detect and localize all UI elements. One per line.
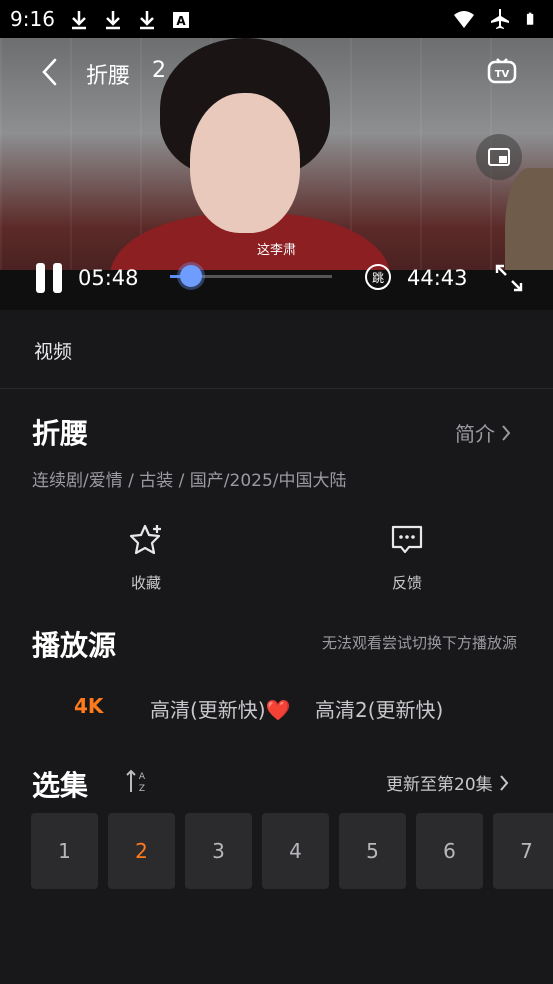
airplane-icon xyxy=(491,9,509,29)
player-episode: 2 xyxy=(152,58,166,83)
pip-icon xyxy=(488,148,510,166)
source-section-title: 播放源 xyxy=(32,629,117,662)
source-label: 高清2(更新快) xyxy=(315,698,444,722)
episode-item[interactable]: 1 xyxy=(31,813,98,889)
tab-bar: 视频 xyxy=(0,310,553,389)
intro-link[interactable]: 简介 xyxy=(455,418,511,447)
video-subtitle: 这李肃 xyxy=(256,243,296,258)
pause-icon xyxy=(36,263,45,293)
episode-section-title: 选集 xyxy=(32,769,89,802)
cast-tv-button[interactable]: TV xyxy=(486,56,518,88)
message-icon xyxy=(391,525,423,554)
intro-label: 简介 xyxy=(455,422,495,446)
notification-icons: A xyxy=(68,9,192,31)
source-hd2[interactable]: 高清2(更新快) xyxy=(315,694,443,723)
pause-icon xyxy=(53,263,62,293)
episode-update-link[interactable]: 更新至第20集 xyxy=(386,770,509,795)
chevron-right-icon xyxy=(499,774,508,791)
favorite-button[interactable]: 收藏 xyxy=(106,522,186,593)
source-hd[interactable]: 高清(更新快)❤️ xyxy=(150,694,291,723)
download-icon xyxy=(106,11,120,30)
player-controls: 05:48 跳 44:43 xyxy=(0,258,553,298)
total-time: 44:43 xyxy=(407,266,468,290)
sort-button[interactable]: AZ xyxy=(125,768,149,794)
feedback-label: 反馈 xyxy=(391,574,422,592)
chevron-left-icon xyxy=(42,58,57,86)
back-button[interactable] xyxy=(34,56,66,88)
episode-list: 1 2 3 4 5 6 7 xyxy=(31,813,553,889)
wifi-icon xyxy=(454,11,474,28)
font-a-icon: A xyxy=(173,12,189,28)
source-4k[interactable]: 4K xyxy=(74,694,103,718)
expand-icon xyxy=(495,264,523,292)
status-bar: 9:16 A xyxy=(0,0,553,38)
source-label: 高清(更新快) xyxy=(150,698,266,722)
episode-item[interactable]: 7 xyxy=(493,813,553,889)
source-hint: 无法观看尝试切换下方播放源 xyxy=(322,634,518,652)
video-frame-figure xyxy=(190,93,300,233)
download-icon xyxy=(140,11,154,30)
pause-button[interactable] xyxy=(36,263,64,293)
favorite-label: 收藏 xyxy=(130,574,161,592)
svg-text:A: A xyxy=(176,14,186,28)
player-title: 折腰 xyxy=(86,64,131,89)
show-title: 折腰 xyxy=(32,417,89,450)
heart-icon: ❤️ xyxy=(265,698,291,722)
update-label: 更新至第20集 xyxy=(386,775,493,795)
status-time: 9:16 xyxy=(10,7,55,31)
svg-text:A: A xyxy=(139,772,146,782)
player-topbar: 折腰 2 xyxy=(0,38,553,106)
sort-az-icon: AZ xyxy=(126,769,146,794)
fullscreen-button[interactable] xyxy=(494,263,524,293)
feedback-button[interactable]: 反馈 xyxy=(367,522,447,593)
svg-text:TV: TV xyxy=(495,69,510,80)
star-plus-icon xyxy=(129,524,161,555)
skip-intro-button[interactable]: 跳 xyxy=(365,264,391,290)
skip-label: 跳 xyxy=(371,270,384,285)
picture-in-picture-button[interactable] xyxy=(476,134,522,180)
chevron-right-icon xyxy=(502,424,511,441)
system-icons xyxy=(453,8,539,30)
tab-video[interactable]: 视频 xyxy=(34,337,72,364)
episode-item[interactable]: 4 xyxy=(262,813,329,889)
episode-item[interactable]: 2 xyxy=(108,813,175,889)
battery-icon xyxy=(526,12,534,25)
tv-icon: TV xyxy=(487,58,517,84)
episode-item[interactable]: 6 xyxy=(416,813,483,889)
episode-item[interactable]: 5 xyxy=(339,813,406,889)
svg-text:Z: Z xyxy=(139,784,145,794)
show-meta: 连续剧/爱情 / 古装 / 国产/2025/中国大陆 xyxy=(32,471,347,491)
current-time: 05:48 xyxy=(78,266,139,290)
progress-handle[interactable] xyxy=(180,265,203,287)
source-label: 4K xyxy=(74,694,104,718)
download-icon xyxy=(72,11,86,30)
episode-item[interactable]: 3 xyxy=(185,813,252,889)
